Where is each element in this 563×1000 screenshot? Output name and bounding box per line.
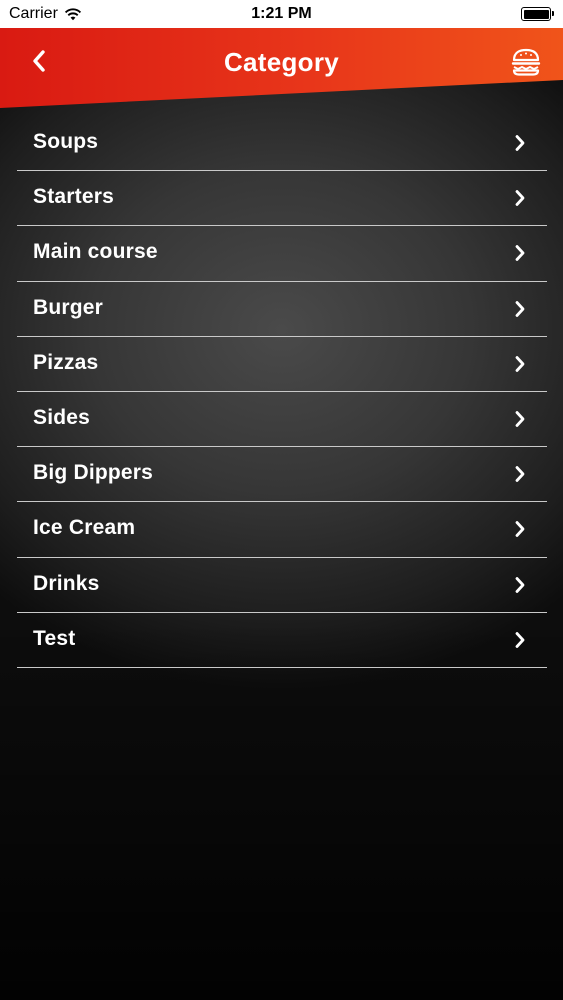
- category-label: Sides: [33, 406, 91, 430]
- chevron-right-icon: [513, 520, 527, 538]
- category-label: Soups: [33, 130, 99, 154]
- page-title: Category: [223, 47, 340, 77]
- category-label: Ice Cream: [33, 516, 136, 540]
- category-label: Drinks: [33, 571, 100, 595]
- burger-menu-button[interactable]: [509, 46, 543, 78]
- chevron-right-icon: [513, 244, 527, 262]
- chevron-right-icon: [513, 465, 527, 483]
- category-item-pizzas[interactable]: Pizzas: [17, 337, 547, 392]
- category-item-drinks[interactable]: Drinks: [17, 558, 547, 613]
- category-label: Burger: [33, 295, 104, 319]
- category-item-big-dippers[interactable]: Big Dippers: [17, 447, 547, 503]
- category-label: Test: [33, 626, 76, 650]
- burger-icon: [511, 48, 541, 76]
- category-label: Starters: [33, 185, 114, 209]
- category-item-ice-cream[interactable]: Ice Cream: [17, 502, 547, 558]
- chevron-right-icon: [513, 355, 527, 373]
- chevron-right-icon: [513, 410, 527, 428]
- chevron-right-icon: [513, 189, 527, 207]
- chevron-right-icon: [513, 631, 527, 649]
- category-item-starters[interactable]: Starters: [17, 171, 547, 227]
- app-screen: Carrier 1:21 PM Category Soups Starters …: [0, 0, 563, 1000]
- header-bar: Category: [0, 28, 563, 110]
- status-bar: Carrier 1:21 PM: [0, 0, 563, 28]
- category-label: Main course: [33, 240, 158, 264]
- category-label: Pizzas: [33, 350, 99, 374]
- status-time: 1:21 PM: [251, 5, 312, 22]
- category-label: Big Dippers: [33, 461, 154, 485]
- chevron-right-icon: [513, 134, 527, 152]
- category-item-test[interactable]: Test: [17, 613, 547, 668]
- category-item-soups[interactable]: Soups: [17, 116, 547, 172]
- chevron-right-icon: [513, 576, 527, 594]
- category-list: Soups Starters Main course Burger Pizzas Side…: [17, 116, 547, 668]
- chevron-right-icon: [513, 300, 527, 318]
- category-item-main-course[interactable]: Main course: [17, 226, 547, 282]
- category-item-sides[interactable]: Sides: [17, 392, 547, 448]
- battery-icon: [521, 7, 554, 21]
- category-item-burger[interactable]: Burger: [17, 282, 547, 337]
